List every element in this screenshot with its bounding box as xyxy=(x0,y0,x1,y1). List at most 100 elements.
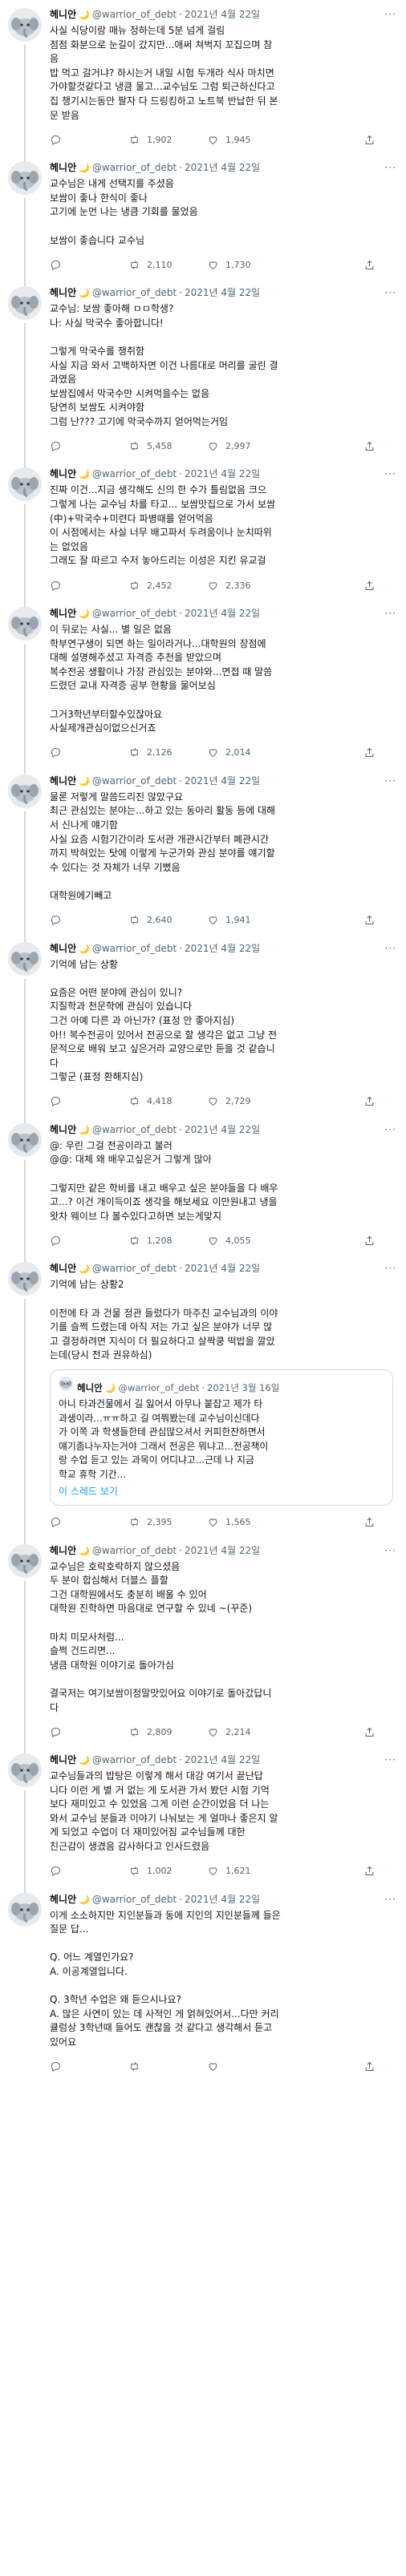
reply-button[interactable] xyxy=(50,580,128,592)
share-button[interactable] xyxy=(363,1235,382,1247)
reply-button[interactable] xyxy=(50,1516,128,1528)
reply-button[interactable] xyxy=(50,1865,128,1877)
tweet-date[interactable]: 2021년 4월 22일 xyxy=(185,1123,260,1137)
more-options-icon[interactable]: ··· xyxy=(385,1753,396,1767)
show-thread-link[interactable]: 이 스레드 보기 xyxy=(59,1484,384,1498)
tweet[interactable]: 헤니안 🌙 @warrior_of_debt · 2021년 4월 22일 ··… xyxy=(0,934,406,1123)
user-handle[interactable]: @warrior_of_debt xyxy=(92,1893,177,1907)
more-options-icon[interactable]: ··· xyxy=(385,1123,396,1137)
like-button[interactable]: 2,729 xyxy=(207,1095,286,1107)
reply-button[interactable] xyxy=(50,914,128,926)
reply-button[interactable] xyxy=(50,2060,128,2073)
retweet-button[interactable]: 2,395 xyxy=(128,1516,207,1528)
avatar[interactable] xyxy=(8,467,42,502)
retweet-button[interactable]: 1,902 xyxy=(128,134,207,146)
tweet[interactable]: 헤니안 🌙 @warrior_of_debt · 2021년 4월 22일 ··… xyxy=(0,1254,406,1544)
tweet-date[interactable]: 2021년 4월 22일 xyxy=(185,286,260,300)
user-handle[interactable]: @warrior_of_debt xyxy=(92,161,177,175)
like-button[interactable]: 2,214 xyxy=(207,1726,286,1738)
like-button[interactable]: 1,941 xyxy=(207,914,286,926)
reply-button[interactable] xyxy=(50,746,128,758)
share-button[interactable] xyxy=(363,746,382,758)
tweet[interactable]: 헤니안 🌙 @warrior_of_debt · 2021년 4월 22일 ··… xyxy=(0,599,406,774)
display-name[interactable]: 헤니안 xyxy=(50,607,76,621)
tweet[interactable]: 헤니안 🌙 @warrior_of_debt · 2021년 4월 22일 ··… xyxy=(0,1536,406,1754)
tweet-date[interactable]: 2021년 4월 22일 xyxy=(185,1544,260,1558)
display-name[interactable]: 헤니안 xyxy=(50,161,76,175)
retweet-button[interactable]: 1,208 xyxy=(128,1235,207,1247)
avatar[interactable] xyxy=(8,1892,42,1927)
avatar[interactable] xyxy=(8,941,42,976)
display-name[interactable]: 헤니안 xyxy=(50,1893,76,1907)
like-button[interactable]: 1,945 xyxy=(207,134,286,146)
share-button[interactable] xyxy=(363,1726,382,1738)
avatar[interactable] xyxy=(8,8,42,42)
tweet[interactable]: 헤니안 🌙 @warrior_of_debt · 2021년 4월 22일 ··… xyxy=(0,153,406,287)
avatar[interactable] xyxy=(8,774,42,808)
more-options-icon[interactable]: ··· xyxy=(385,1893,396,1907)
like-button[interactable] xyxy=(207,2060,286,2073)
retweet-button[interactable]: 4,418 xyxy=(128,1095,207,1107)
user-handle[interactable]: @warrior_of_debt xyxy=(92,607,177,621)
avatar[interactable] xyxy=(8,607,42,641)
like-button[interactable]: 2,997 xyxy=(207,440,286,452)
retweet-button[interactable]: 2,640 xyxy=(128,914,207,926)
user-handle[interactable]: @warrior_of_debt xyxy=(92,1123,177,1137)
avatar[interactable] xyxy=(8,1262,42,1296)
tweet[interactable]: 헤니안 🌙 @warrior_of_debt · 2021년 4월 22일 ··… xyxy=(0,1745,406,1893)
retweet-button[interactable]: 5,458 xyxy=(128,440,207,452)
avatar[interactable] xyxy=(8,1122,42,1157)
tweet-date[interactable]: 2021년 4월 22일 xyxy=(185,8,260,22)
more-options-icon[interactable]: ··· xyxy=(385,467,396,481)
share-button[interactable] xyxy=(363,1516,382,1528)
user-handle[interactable]: @warrior_of_debt xyxy=(92,1753,177,1767)
tweet-date[interactable]: 2021년 4월 22일 xyxy=(185,1753,260,1767)
retweet-button[interactable]: 2,110 xyxy=(128,259,207,271)
tweet-date[interactable]: 2021년 4월 22일 xyxy=(185,774,260,788)
quoted-tweet[interactable]: 헤니안 🌙 @warrior_of_debt · 2021년 3월 16일 아니 타과건물… xyxy=(50,1369,393,1506)
more-options-icon[interactable]: ··· xyxy=(385,942,396,956)
user-handle[interactable]: @warrior_of_debt xyxy=(92,467,177,481)
reply-button[interactable] xyxy=(50,1726,128,1738)
like-button[interactable]: 1,621 xyxy=(207,1865,286,1877)
tweet-date[interactable]: 2021년 4월 22일 xyxy=(185,467,260,481)
user-handle[interactable]: @warrior_of_debt xyxy=(92,8,177,22)
display-name[interactable]: 헤니안 xyxy=(50,942,76,956)
more-options-icon[interactable]: ··· xyxy=(385,1544,396,1558)
display-name[interactable]: 헤니안 xyxy=(50,286,76,300)
retweet-button[interactable]: 1,002 xyxy=(128,1865,207,1877)
display-name[interactable]: 헤니안 xyxy=(50,1544,76,1558)
display-name[interactable]: 헤니안 xyxy=(50,8,76,22)
share-button[interactable] xyxy=(363,134,382,146)
user-handle[interactable]: @warrior_of_debt xyxy=(92,942,177,956)
tweet[interactable]: 헤니안 🌙 @warrior_of_debt · 2021년 4월 22일 ··… xyxy=(0,459,406,608)
reply-button[interactable] xyxy=(50,1235,128,1247)
more-options-icon[interactable]: ··· xyxy=(385,607,396,621)
more-options-icon[interactable]: ··· xyxy=(385,774,396,788)
more-options-icon[interactable]: ··· xyxy=(385,1262,396,1276)
like-button[interactable]: 1,730 xyxy=(207,259,286,271)
retweet-button[interactable] xyxy=(128,2060,207,2073)
reply-button[interactable] xyxy=(50,259,128,271)
like-button[interactable]: 2,336 xyxy=(207,580,286,592)
share-button[interactable] xyxy=(363,2060,382,2073)
user-handle[interactable]: @warrior_of_debt xyxy=(92,286,177,300)
avatar[interactable] xyxy=(8,1753,42,1788)
share-button[interactable] xyxy=(363,580,382,592)
display-name[interactable]: 헤니안 xyxy=(50,1753,76,1767)
share-button[interactable] xyxy=(363,1095,382,1107)
display-name[interactable]: 헤니안 xyxy=(50,1123,76,1137)
share-button[interactable] xyxy=(363,440,382,452)
tweet[interactable]: 헤니안 🌙 @warrior_of_debt · 2021년 4월 22일 ··… xyxy=(0,0,406,162)
display-name[interactable]: 헤니안 xyxy=(50,467,76,481)
more-options-icon[interactable]: ··· xyxy=(385,8,396,22)
tweet-date[interactable]: 2021년 4월 22일 xyxy=(185,1893,260,1907)
tweet[interactable]: 헤니안 🌙 @warrior_of_debt · 2021년 4월 22일 ··… xyxy=(0,1115,406,1263)
like-button[interactable]: 2,014 xyxy=(207,746,286,758)
reply-button[interactable] xyxy=(50,134,128,146)
more-options-icon[interactable]: ··· xyxy=(385,161,396,175)
avatar[interactable] xyxy=(8,1543,42,1578)
avatar[interactable] xyxy=(8,161,42,196)
display-name[interactable]: 헤니안 xyxy=(50,1262,76,1276)
tweet[interactable]: 헤니안 🌙 @warrior_of_debt · 2021년 4월 22일 ··… xyxy=(0,1885,406,2081)
